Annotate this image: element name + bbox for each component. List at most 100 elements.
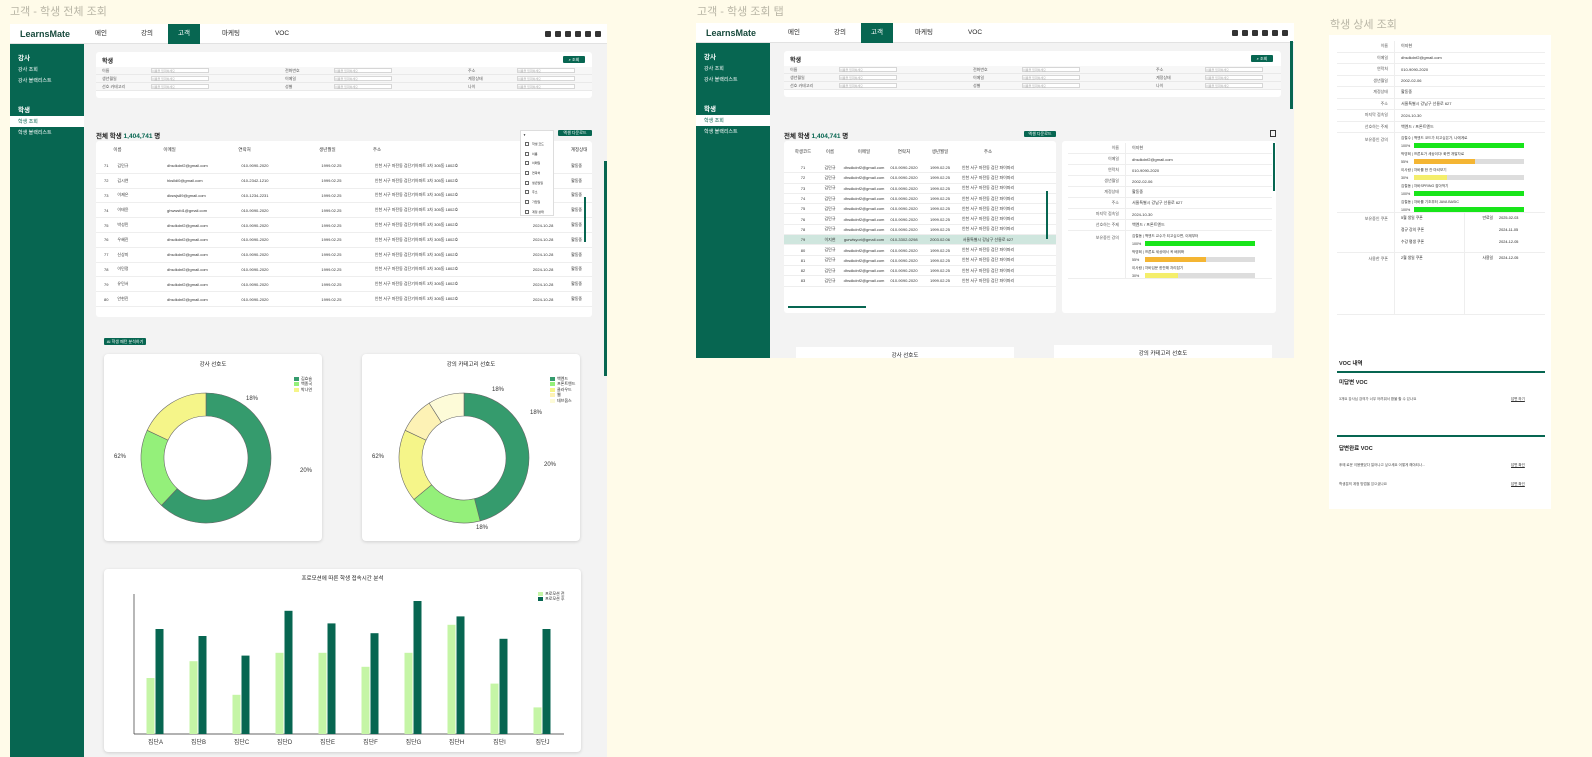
tab-instructor-preference[interactable]: 강사 선호도 <box>796 347 1014 358</box>
bar[interactable] <box>155 629 164 734</box>
table-row[interactable]: 78 이민정 dhsdkdnf2@gmail.com 010-9090-2020 199… <box>96 263 592 278</box>
voc-check-link[interactable]: 답변 확인 <box>1511 482 1525 487</box>
filter-input[interactable]: 이름을 입력하세요 <box>1205 83 1263 88</box>
dropdown-option[interactable]: 계정 상태 <box>521 207 553 217</box>
message-icon[interactable] <box>575 31 581 37</box>
table-row[interactable]: 71 김민규 dhsdkdnf2@gmail.com 010-9090-2020 199… <box>96 159 592 174</box>
detail-scrollbar[interactable] <box>1273 143 1275 191</box>
filter-input[interactable]: 이름을 입력하세요 <box>1205 67 1263 72</box>
page-scrollbar[interactable] <box>604 161 607 376</box>
header-cell[interactable]: 주소 <box>371 147 530 153</box>
table-row[interactable]: 80 안현진 dhsdkdnf2@gmail.com 010-9090-2020 199… <box>96 292 592 307</box>
bar[interactable] <box>490 683 499 734</box>
sidebar-item[interactable]: 강사 조회 <box>696 63 770 74</box>
course-name[interactable]: 김철동 | 백엔드 교수가 되고싶으면, 이제부터 <box>1132 234 1256 239</box>
table-row[interactable]: 75 김민규 dhsdkdnf2@gmail.com 010-9090-2020 199… <box>784 204 1056 215</box>
filter-input[interactable]: 이름을 입력하세요 <box>151 84 209 89</box>
bar[interactable] <box>189 661 198 734</box>
nav-voc[interactable]: VOC <box>955 23 995 43</box>
header-cell[interactable]: 생년월일 <box>922 149 958 155</box>
nav-customer[interactable]: 고객 <box>861 23 893 43</box>
table-row[interactable]: 76 김민규 dhsdkdnf2@gmail.com 010-9090-2020 199… <box>784 214 1056 225</box>
sidebar-item[interactable]: 학생 블랙리스트 <box>10 127 84 138</box>
filter-input[interactable]: 이름을 입력하세요 <box>334 68 392 73</box>
checkbox[interactable] <box>525 151 529 156</box>
filter-input[interactable]: 이름을 입력하세요 <box>517 84 575 89</box>
table-scrollbar[interactable] <box>584 197 586 242</box>
nav-customer[interactable]: 고객 <box>168 24 200 44</box>
bar[interactable] <box>413 601 422 734</box>
course-name[interactable]: 김철동 | 자바를 기초부터 JAVA BASIC <box>1401 200 1525 205</box>
user-icon[interactable] <box>1232 30 1238 36</box>
checkbox[interactable] <box>525 190 529 195</box>
nav-course[interactable]: 강의 <box>126 24 168 44</box>
bar[interactable] <box>146 678 155 734</box>
sidebar-item[interactable]: 강사 조회 <box>10 64 84 75</box>
table-row[interactable]: 81 김민규 dhsdkdnf2@gmail.com 010-9090-2020 199… <box>784 256 1056 266</box>
nav-main[interactable]: 메인 <box>769 23 819 43</box>
course-name[interactable]: 박영희 | 프론트가 세상이다! 화면 개발자로 <box>1401 152 1525 157</box>
header-cell[interactable]: 생년월일 <box>317 147 371 153</box>
voc-check-link[interactable]: 답변 확인 <box>1511 463 1525 468</box>
export-icon[interactable] <box>1270 130 1276 137</box>
header-cell[interactable]: 이메일 <box>842 149 886 155</box>
bar[interactable] <box>361 666 370 734</box>
header-cell[interactable]: 이름 <box>111 147 161 153</box>
sidebar-item[interactable]: 강사 블랙리스트 <box>10 75 84 86</box>
filter-input[interactable]: 이름을 입력하세요 <box>1022 83 1080 88</box>
checkbox[interactable] <box>525 141 529 146</box>
header-cell[interactable]: 학생코드 <box>788 149 818 155</box>
excel-download-button[interactable]: 엑셀 다운로드 <box>558 130 592 136</box>
bar[interactable] <box>370 633 379 734</box>
dropdown-option[interactable]: 주소 <box>521 187 553 197</box>
dropdown-option[interactable]: 이름 <box>521 149 553 159</box>
checkbox[interactable] <box>525 161 529 166</box>
table-row[interactable]: 80 김민규 dhsdkdnf2@gmail.com 010-9090-2020 199… <box>784 245 1056 256</box>
checkbox[interactable] <box>525 199 529 204</box>
checkbox[interactable] <box>525 180 529 185</box>
table-row[interactable]: 74 김민규 dhsdkdnf2@gmail.com 010-9090-2020 199… <box>784 194 1056 205</box>
search-button[interactable]: ⌕ 조회 <box>1251 55 1273 62</box>
logout-icon[interactable] <box>1282 30 1288 36</box>
search-icon[interactable] <box>1242 30 1248 36</box>
dropdown-option[interactable]: 연락처 <box>521 168 553 178</box>
user-icon[interactable] <box>545 31 551 37</box>
bar[interactable] <box>327 623 336 734</box>
bar[interactable] <box>241 655 250 734</box>
sidebar-item[interactable]: 학생 조회 <box>10 116 84 127</box>
table-row[interactable]: 78 김민규 dhsdkdnf2@gmail.com 010-9090-2020 199… <box>784 225 1056 236</box>
donut-slice[interactable] <box>140 429 178 506</box>
header-cell[interactable]: 연락처 <box>236 147 317 153</box>
page-scrollbar[interactable] <box>1290 41 1293 109</box>
table-row[interactable]: 82 김민규 dhsdkdnf2@gmail.com 010-9090-2020 199… <box>784 266 1056 277</box>
message-icon[interactable] <box>1262 30 1268 36</box>
filter-input[interactable]: 이름을 입력하세요 <box>334 76 392 81</box>
excel-download-button[interactable]: 엑셀 다운로드 <box>1024 131 1056 137</box>
donut-slice[interactable] <box>146 392 207 441</box>
bar[interactable] <box>456 616 465 734</box>
header-cell[interactable]: 계정상태 <box>569 147 592 153</box>
dropdown-option[interactable]: 생년월일 <box>521 178 553 188</box>
checkbox[interactable] <box>525 209 529 214</box>
sidebar-item[interactable]: 학생 블랙리스트 <box>696 126 770 137</box>
nav-main[interactable]: 메인 <box>76 24 126 44</box>
table-row[interactable]: 73 김민규 dhsdkdnf2@gmail.com 010-9090-2020 199… <box>784 184 1056 194</box>
bar[interactable] <box>533 707 542 734</box>
course-name[interactable]: 이사람 | 자바를 한 잔 마셔보기 <box>1401 168 1525 173</box>
bar[interactable] <box>499 638 508 734</box>
dropdown-option[interactable]: 이메일 <box>521 158 553 168</box>
bar[interactable] <box>232 694 241 734</box>
header-cell[interactable]: 주소 <box>958 149 1018 155</box>
checkbox[interactable] <box>525 170 529 175</box>
dropdown-option[interactable]: 가입일 <box>521 197 553 207</box>
search-icon[interactable] <box>555 31 561 37</box>
logout-icon[interactable] <box>595 31 601 37</box>
column-filter-dropdown[interactable]: ▼ 학생 코드 이름 이메일 연락처 생년월일 주소 가입일 계정 상태 <box>520 130 554 216</box>
search-button[interactable]: ⌕ 조회 <box>563 56 585 63</box>
filter-input[interactable]: 이름을 입력하세요 <box>1205 75 1263 80</box>
table-scrollbar[interactable] <box>1046 191 1048 239</box>
filter-input[interactable]: 이름을 입력하세요 <box>1022 75 1080 80</box>
table-row[interactable]: 74 이태윤 ghwwsfd1@gmail.com 010-9090-2020 1999… <box>96 203 592 219</box>
bell-icon[interactable] <box>565 31 571 37</box>
table-h-scrollbar[interactable] <box>788 306 866 308</box>
